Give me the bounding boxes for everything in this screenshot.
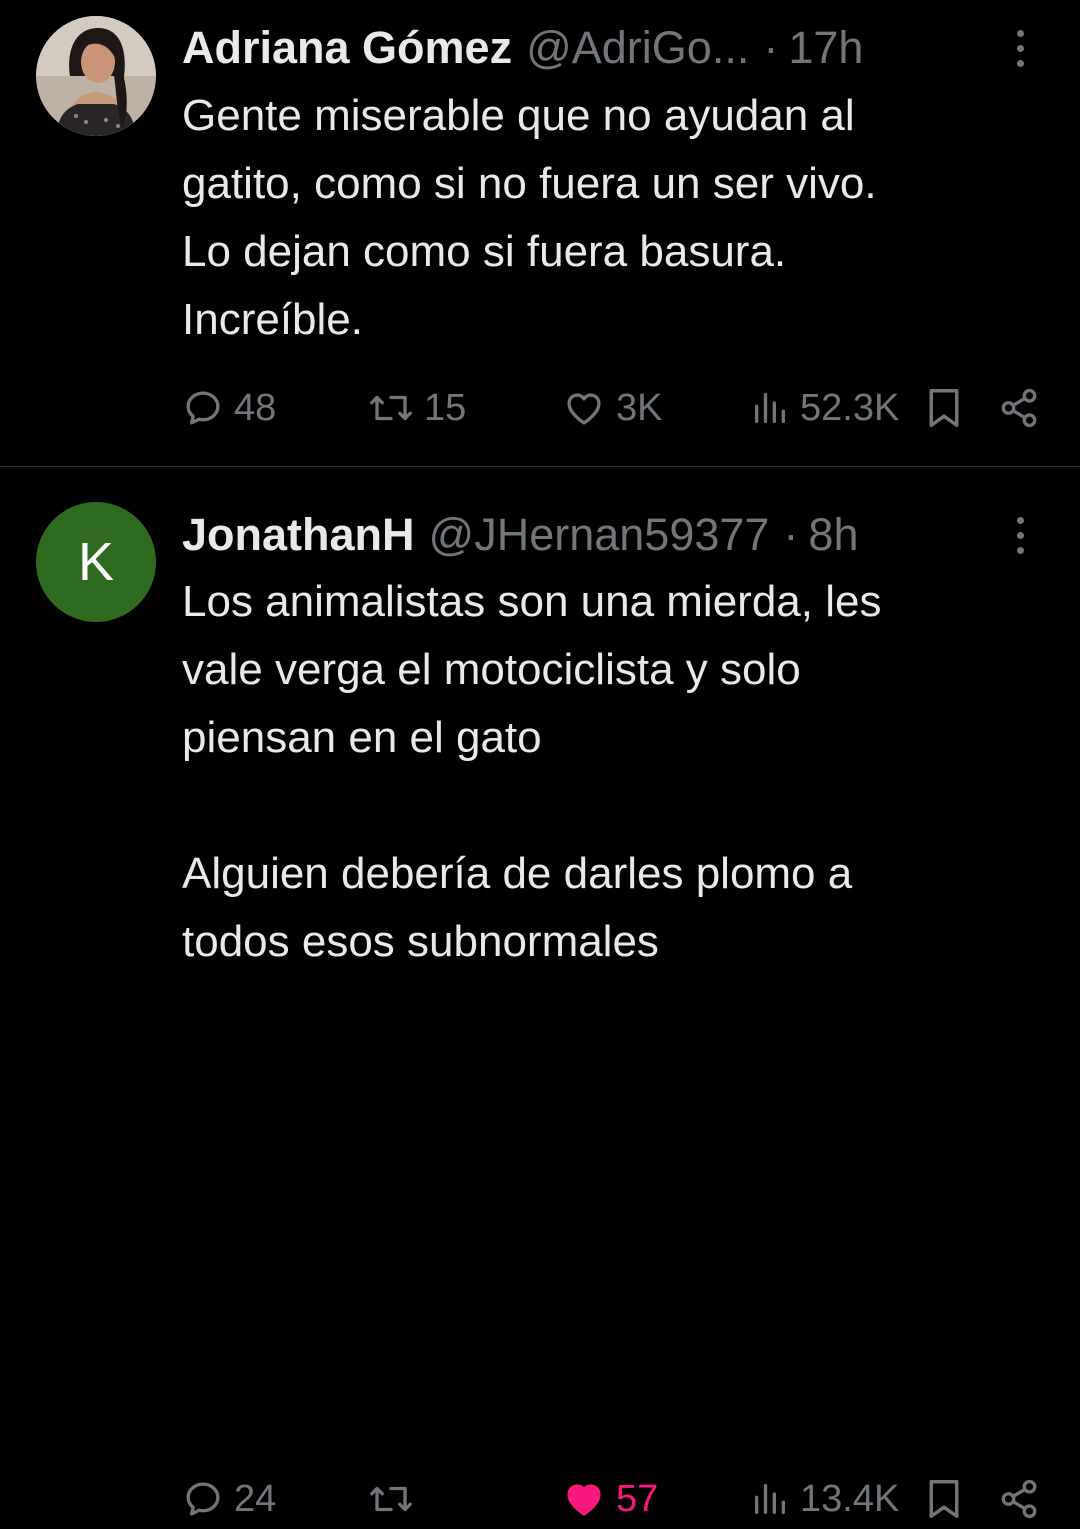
- reply-button[interactable]: 24: [182, 1469, 276, 1529]
- retweet-count: 15: [424, 386, 467, 429]
- avatar-letter: K: [77, 532, 115, 592]
- tweet-actions: 24 57 13.4K: [182, 1469, 1044, 1529]
- tweet[interactable]: Adriana Gómez @AdriGo... · 17h Gente mis…: [0, 0, 1080, 466]
- views-count: 13.4K: [800, 1477, 900, 1520]
- bookmark-button[interactable]: [924, 1469, 964, 1529]
- more-icon[interactable]: [1000, 505, 1040, 565]
- avatar[interactable]: [36, 16, 156, 136]
- tweet-text-line: gatito, como si no fuera un ser vivo.: [182, 159, 877, 208]
- reply-icon: [186, 1482, 220, 1516]
- bookmark-icon: [929, 389, 959, 427]
- reply-button[interactable]: 48: [182, 378, 276, 438]
- retweet-button[interactable]: [368, 1469, 424, 1529]
- tweet-text-line: Lo dejan como si fuera basura.: [182, 227, 787, 276]
- like-button[interactable]: 3K: [562, 378, 662, 438]
- share-icon: [1001, 1479, 1037, 1519]
- author-handle[interactable]: @JHernan59377: [429, 509, 770, 561]
- avatar-photo: [36, 16, 156, 136]
- tweet-text-line: Los animalistas son una mierda, les: [182, 577, 882, 626]
- tweet-text-line: todos esos subnormales: [182, 917, 659, 966]
- tweet-text-blank-line: [182, 772, 1042, 840]
- views-icon: [755, 393, 785, 423]
- tweet-text-line: Alguien debería de darles plomo a: [182, 849, 853, 898]
- reply-count: 24: [234, 1477, 277, 1520]
- views-button[interactable]: 52.3K: [750, 378, 899, 438]
- like-count: 3K: [616, 386, 663, 429]
- retweet-icon: [370, 1486, 412, 1512]
- share-button[interactable]: [998, 378, 1040, 438]
- bookmark-button[interactable]: [924, 378, 964, 438]
- share-icon: [1001, 388, 1037, 428]
- avatar[interactable]: K: [36, 502, 156, 622]
- tweet-text-line: Gente miserable que no ayudan al: [182, 91, 855, 140]
- separator-dot: ·: [763, 22, 779, 73]
- tweet-header: JonathanH @JHernan59377 · 8h: [182, 505, 1040, 565]
- views-count: 52.3K: [800, 386, 900, 429]
- reply-icon: [186, 391, 220, 425]
- tweet-text-line: Increíble.: [182, 295, 363, 344]
- like-button[interactable]: 57: [562, 1469, 658, 1529]
- timestamp[interactable]: 17h: [788, 22, 863, 74]
- reply-count: 48: [234, 386, 277, 429]
- timestamp[interactable]: 8h: [808, 509, 858, 561]
- like-count: 57: [616, 1477, 659, 1520]
- views-icon: [755, 1484, 785, 1514]
- retweet-button[interactable]: 15: [368, 378, 466, 438]
- tweet-actions: 48 15 3K 52.3K: [182, 378, 1044, 438]
- tweet-text: Los animalistas son una mierda, les vale…: [182, 568, 1042, 976]
- separator-dot: ·: [783, 509, 799, 560]
- tweet-text-line: vale verga el motociclista y solo: [182, 645, 801, 694]
- views-button[interactable]: 13.4K: [750, 1469, 899, 1529]
- heart-icon: [567, 393, 601, 425]
- tweet-text: Gente miserable que no ayudan al gatito,…: [182, 82, 1042, 354]
- retweet-icon: [370, 395, 412, 421]
- author-name[interactable]: JonathanH: [182, 509, 415, 561]
- heart-filled-icon: [567, 1484, 601, 1516]
- bookmark-icon: [929, 1480, 959, 1518]
- more-icon[interactable]: [1000, 18, 1040, 78]
- author-name[interactable]: Adriana Gómez: [182, 22, 512, 74]
- author-handle[interactable]: @AdriGo...: [526, 22, 749, 74]
- tweet-text-line: piensan en el gato: [182, 713, 542, 762]
- tweet-header: Adriana Gómez @AdriGo... · 17h: [182, 18, 1040, 78]
- share-button[interactable]: [998, 1469, 1040, 1529]
